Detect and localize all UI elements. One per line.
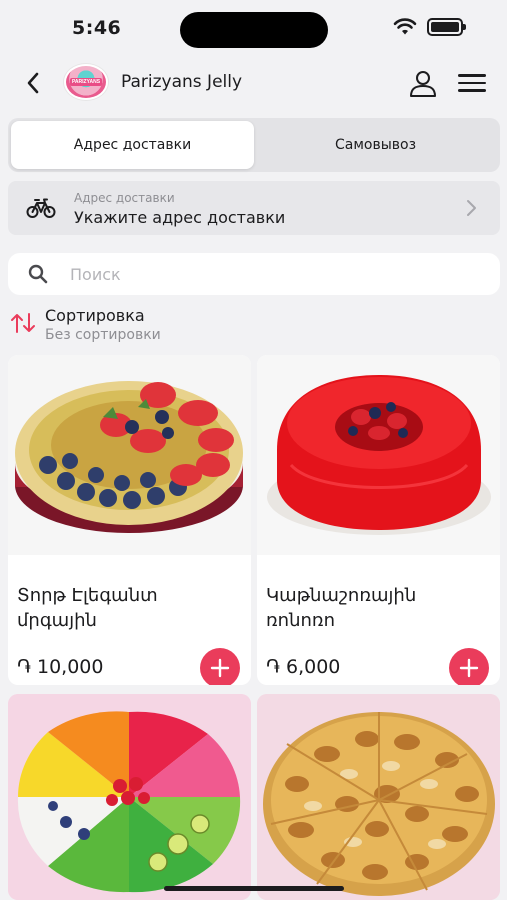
- add-to-cart-button[interactable]: [449, 648, 489, 685]
- dynamic-island: [180, 12, 328, 48]
- delivery-address-row[interactable]: Адрес доставки Укажите адрес доставки: [8, 181, 500, 235]
- store-logo: PARIZYANS: [64, 64, 108, 100]
- chevron-left-icon: [27, 72, 39, 94]
- menu-button[interactable]: [458, 70, 486, 96]
- sort-arrows-icon: [11, 313, 35, 333]
- status-time: 5:46: [72, 17, 122, 39]
- product-image: [257, 355, 500, 555]
- search-input[interactable]: [70, 259, 470, 289]
- battery-icon: [427, 18, 466, 36]
- status-icons: [393, 18, 466, 36]
- chevron-right-icon: [467, 200, 476, 216]
- product-price: ֏ 10,000: [17, 656, 104, 678]
- rainbow-jelly-cake-image: [8, 694, 251, 900]
- product-price: ֏ 6,000: [266, 656, 341, 678]
- fruit-jelly-cake-image: [15, 381, 243, 533]
- tab-pickup[interactable]: Самовывоз: [254, 121, 497, 169]
- product-card[interactable]: Տորթ Էլեգանտ մրգային ֏ 10,000: [8, 355, 251, 685]
- home-indicator: [164, 886, 344, 891]
- product-image: [8, 694, 251, 900]
- back-button[interactable]: [18, 68, 48, 98]
- profile-button[interactable]: [408, 68, 438, 98]
- tab-delivery-address[interactable]: Адрес доставки: [11, 121, 254, 169]
- nut-jelly-cake-image: [257, 694, 500, 900]
- status-bar: 5:46: [0, 0, 507, 58]
- product-image: [8, 355, 251, 555]
- product-title: Տորթ Էլեգանտ մրգային: [17, 585, 158, 631]
- user-icon: [410, 71, 436, 97]
- product-image: [257, 694, 500, 900]
- plus-icon: [459, 658, 479, 678]
- red-jelly-ring-image: [267, 375, 491, 535]
- bicycle-icon: [26, 198, 56, 218]
- app-header: PARIZYANS Parizyans Jelly: [0, 58, 507, 108]
- search-bar: [8, 253, 500, 295]
- plus-icon: [210, 658, 230, 678]
- product-card[interactable]: [257, 694, 500, 900]
- search-icon: [28, 264, 48, 284]
- delivery-mode-switch: Адрес доставки Самовывоз: [8, 118, 500, 172]
- hamburger-icon: [458, 74, 486, 77]
- sort-title: Сортировка: [45, 306, 145, 325]
- address-label: Адрес доставки: [74, 191, 175, 205]
- product-card[interactable]: Կաթնաշոռային ռոնոռո ֏ 6,000: [257, 355, 500, 685]
- add-to-cart-button[interactable]: [200, 648, 240, 685]
- store-name: Parizyans Jelly: [121, 72, 243, 92]
- sort-control[interactable]: Сортировка Без сортировки: [8, 304, 258, 348]
- product-card[interactable]: [8, 694, 251, 900]
- sort-subtitle: Без сортировки: [45, 327, 161, 343]
- wifi-icon: [393, 18, 417, 35]
- product-title: Կաթնաշոռային ռոնոռո: [266, 585, 417, 631]
- address-value: Укажите адрес доставки: [74, 208, 286, 227]
